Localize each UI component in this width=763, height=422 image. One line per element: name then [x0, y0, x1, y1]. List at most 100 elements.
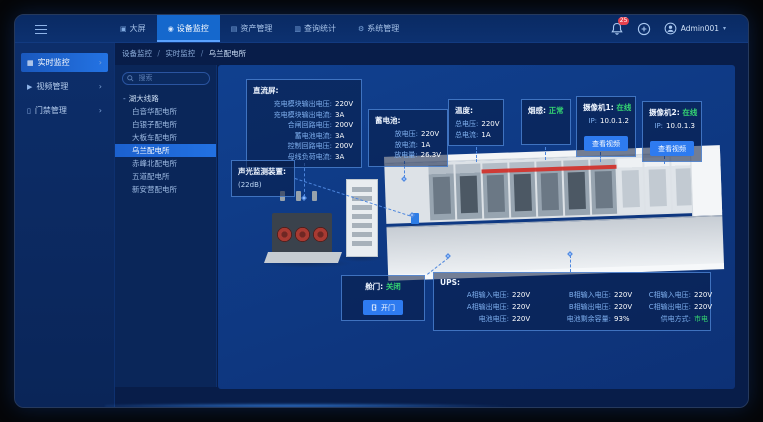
gear-icon: ⚙	[358, 25, 364, 33]
open-door-button[interactable]: 开门	[363, 300, 403, 315]
connector-line	[476, 147, 477, 162]
nav-label: 系统管理	[367, 23, 399, 34]
bushing	[296, 191, 301, 201]
door-access-icon: ▯	[27, 107, 31, 115]
battery-title: 蓄电池:	[375, 115, 441, 126]
field-label: C相输出电压:	[640, 302, 691, 313]
field-value: 200V	[335, 120, 355, 131]
tree-item[interactable]: 新安营配电所	[115, 183, 216, 196]
field-label: A相输出电压:	[440, 302, 509, 313]
coil	[295, 227, 310, 242]
switchgear-cabinet	[590, 159, 617, 215]
nav-item-device-monitor[interactable]: ◉ 设备监控	[157, 15, 220, 42]
switchgear-row	[428, 156, 698, 220]
field-label: 供电方式:	[640, 314, 691, 325]
field-value: 93%	[614, 314, 634, 325]
field-label: 合闸回路电压:	[253, 120, 332, 131]
smoke-status: 正常	[549, 106, 564, 115]
field-value: 220V	[694, 302, 714, 313]
switchgear-cabinet	[482, 163, 509, 219]
sidebar-item-realtime-monitor[interactable]: ▦ 实时监控 ›	[21, 53, 108, 72]
sidebar-item-access-control[interactable]: ▯ 门禁管理 ›	[21, 101, 108, 120]
transformer[interactable]	[264, 199, 342, 263]
switchgear-cabinet	[563, 160, 590, 216]
nav-label: 查询统计	[304, 23, 336, 34]
coil	[277, 227, 292, 242]
camera1-title: 摄像机1: 在线	[583, 102, 629, 113]
field-value: 1A	[421, 140, 441, 151]
station-tree-panel: -湖大线路 白音华配电所 白银子配电所 大板车配电所 乌兰配电所 赤峰北配电所 …	[115, 65, 217, 387]
chevron-down-icon: ▾	[723, 25, 726, 32]
field-label: 放电量:	[375, 150, 418, 161]
field-value: 26.3V	[421, 150, 441, 161]
breadcrumb-device-monitor[interactable]: 设备监控	[122, 49, 152, 58]
alarm-bell-icon[interactable]: 25	[610, 22, 624, 36]
bushing	[312, 191, 317, 201]
nav-item-system[interactable]: ⚙ 系统管理	[347, 15, 410, 42]
tree-item[interactable]: 白银子配电所	[115, 118, 216, 131]
field-value: 220V	[335, 99, 355, 110]
field-label: 控制回路电压:	[253, 141, 332, 152]
user-menu[interactable]: Admin001 ▾	[664, 22, 726, 35]
field-value: 220V	[481, 119, 501, 130]
asset-icon: ▤	[231, 25, 238, 33]
callout-battery: 蓄电池: 放电压:220V 放电流:1A 放电量:26.3V	[368, 109, 448, 167]
chevron-right-icon: ›	[99, 58, 102, 67]
coil	[313, 227, 328, 242]
field-label: 电池剩余容量:	[538, 314, 611, 325]
user-name: Admin001	[681, 24, 719, 33]
nav-item-assets[interactable]: ▤ 资产管理	[220, 15, 284, 42]
nav-label: 资产管理	[240, 23, 272, 34]
sidebar-item-label: 门禁管理	[35, 105, 67, 116]
switchgear-cabinet	[536, 161, 563, 217]
tree-item[interactable]: 大板车配电所	[115, 131, 216, 144]
view-video-button[interactable]: 查看视频	[650, 141, 694, 156]
field-label: 总电压:	[455, 119, 478, 130]
sidebar-item-label: 视频管理	[36, 81, 68, 92]
nav-item-query-stats[interactable]: ▥ 查询统计	[283, 15, 347, 42]
breadcrumb-realtime[interactable]: 实时监控	[165, 49, 195, 58]
callout-sound-light: 声光监测装置: (22dB)	[231, 160, 295, 197]
callout-ups: UPS: A相输入电压:220V B相输入电压:220V C相输入电压:220V…	[433, 272, 711, 331]
camera2-title: 摄像机2: 在线	[649, 107, 695, 118]
field-label: 充电模块输出电压:	[253, 99, 332, 110]
nav-item-bigscreen[interactable]: ▣ 大屏	[109, 15, 157, 42]
connector-line	[545, 147, 546, 160]
field-value: 1A	[481, 130, 501, 141]
tree-item-selected[interactable]: 乌兰配电所	[115, 144, 216, 157]
temperature-title: 温度:	[455, 105, 497, 116]
main-nav: ▣ 大屏 ◉ 设备监控 ▤ 资产管理 ▥ 查询统计 ⚙ 系统管理	[109, 15, 410, 42]
tree-item[interactable]: 白音华配电所	[115, 105, 216, 118]
nav-label: 大屏	[130, 23, 146, 34]
field-value: 3A	[335, 131, 355, 142]
field-value: 3A	[335, 110, 355, 121]
field-label: A相输入电压:	[440, 290, 509, 301]
sound-light-value: (22dB)	[238, 180, 262, 191]
sidebar-item-label: 实时监控	[38, 57, 70, 68]
top-nav-bar: ▣ 大屏 ◉ 设备监控 ▤ 资产管理 ▥ 查询统计 ⚙ 系统管理	[15, 15, 748, 43]
tree-search-input[interactable]	[122, 72, 210, 85]
sidebar-item-video-management[interactable]: ▶ 视频管理 ›	[21, 77, 108, 96]
station-3d-panel: 直流屏: 充电模块输出电压:220V 充电模块输出电流:3A 合闸回路电压:20…	[218, 65, 735, 389]
transformer-base	[264, 252, 342, 263]
view-video-button[interactable]: 查看视频	[584, 136, 628, 151]
tree-item[interactable]: 五道配电所	[115, 170, 216, 183]
callout-camera-1: 摄像机1: 在线 IP:10.0.1.2 查看视频	[576, 96, 636, 157]
nav-label: 设备监控	[177, 23, 209, 34]
power-cabinet[interactable]	[346, 179, 378, 257]
tree-group-line[interactable]: -湖大线路	[115, 92, 216, 105]
field-label: 总电流:	[455, 130, 478, 141]
callout-camera-2: 摄像机2: 在线 IP:10.0.1.3 查看视频	[642, 101, 702, 162]
search-icon	[127, 75, 134, 82]
fullscreen-icon[interactable]	[637, 22, 651, 36]
stats-icon: ▥	[294, 25, 301, 33]
door-status: 关闭	[386, 282, 401, 291]
tree-group-label: 湖大线路	[129, 94, 159, 103]
field-value: 220V	[512, 314, 532, 325]
ip-label: IP:	[649, 121, 663, 132]
menu-icon[interactable]	[35, 25, 47, 34]
ups-title: UPS:	[440, 278, 704, 287]
alarm-count-badge: 25	[618, 17, 630, 25]
field-label: B相输出电压:	[538, 302, 611, 313]
tree-item[interactable]: 赤峰北配电所	[115, 157, 216, 170]
